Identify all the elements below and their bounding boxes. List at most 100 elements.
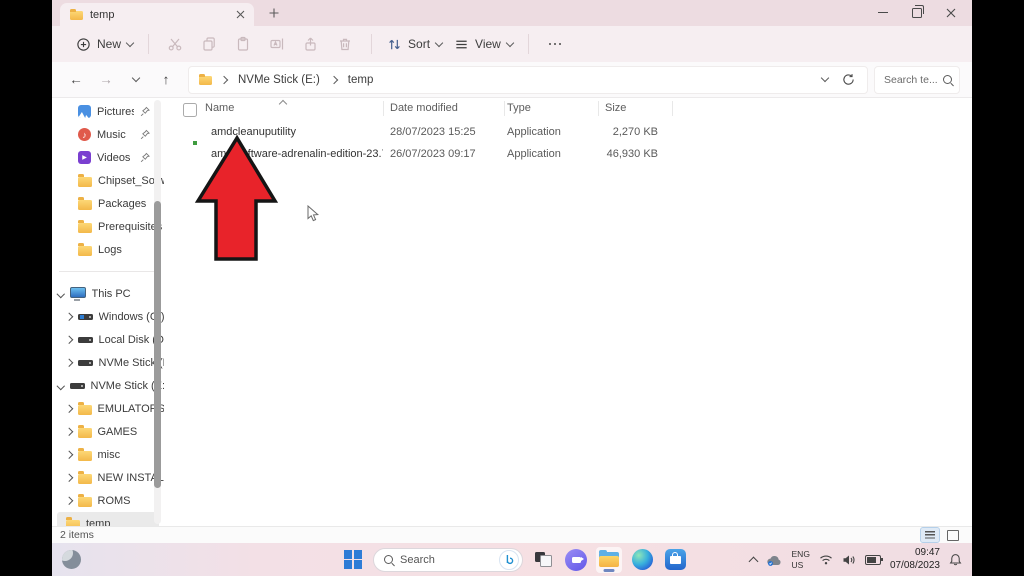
chevron-down-icon bbox=[505, 38, 515, 47]
delete-button[interactable] bbox=[330, 31, 360, 57]
paste-button[interactable] bbox=[228, 31, 258, 57]
drive-icon bbox=[77, 359, 93, 366]
column-header-type[interactable]: Type bbox=[507, 102, 531, 114]
sidebar-item-nvme-stick-e-tree[interactable]: NVMe Stick (E:) bbox=[52, 374, 164, 397]
sidebar-item-videos[interactable]: ▶ Videos bbox=[52, 146, 164, 169]
file-explorer-button[interactable] bbox=[596, 546, 622, 573]
sidebar-item-roms[interactable]: ROMS bbox=[52, 489, 164, 512]
sidebar-item-this-pc[interactable]: This PC bbox=[52, 282, 164, 305]
sidebar-item-chipset-software[interactable]: Chipset_Softwar bbox=[52, 169, 164, 192]
widgets-weather-icon[interactable] bbox=[62, 550, 81, 569]
sidebar-item-logs[interactable]: Logs bbox=[52, 238, 164, 261]
onedrive-button[interactable] bbox=[766, 554, 783, 566]
store-icon bbox=[664, 549, 686, 570]
view-button-label: View bbox=[475, 37, 501, 51]
column-divider[interactable] bbox=[504, 101, 505, 116]
sidebar-item-local-disk-d[interactable]: Local Disk (D:) bbox=[52, 328, 164, 351]
active-app-indicator bbox=[603, 569, 615, 572]
address-dropdown-button[interactable] bbox=[820, 73, 830, 83]
share-button[interactable] bbox=[296, 31, 326, 57]
bing-icon bbox=[499, 549, 519, 570]
file-row-amdcleanuputility[interactable]: amdcleanuputility 28/07/2023 15:25 Appli… bbox=[164, 122, 684, 144]
maximize-restore-button[interactable] bbox=[900, 0, 934, 25]
view-toggles bbox=[920, 527, 964, 543]
edge-button[interactable] bbox=[629, 547, 655, 573]
view-button[interactable]: View bbox=[448, 33, 519, 56]
more-options-button[interactable] bbox=[540, 31, 570, 57]
chevron-collapsed-icon[interactable] bbox=[64, 404, 73, 413]
search-box[interactable] bbox=[874, 65, 960, 94]
column-header-name[interactable]: Name bbox=[205, 102, 234, 114]
task-view-button[interactable] bbox=[530, 547, 556, 573]
chat-icon bbox=[565, 548, 587, 571]
sidebar-item-windows-c[interactable]: Windows (C:) bbox=[52, 305, 164, 328]
battery-button[interactable] bbox=[864, 554, 883, 565]
sidebar-item-emulators[interactable]: EMULATORS bbox=[52, 397, 164, 420]
sidebar-item-temp-selected[interactable]: temp bbox=[57, 512, 159, 526]
tab-close-icon[interactable] bbox=[232, 7, 248, 23]
large-icons-view-toggle[interactable] bbox=[944, 528, 962, 542]
minimize-button[interactable] bbox=[866, 0, 900, 25]
start-button[interactable] bbox=[340, 547, 366, 573]
taskbar-search[interactable]: Search bbox=[373, 547, 523, 572]
breadcrumb[interactable]: NVMe Stick (E:) temp bbox=[188, 65, 868, 94]
chevron-expanded-icon[interactable] bbox=[56, 289, 65, 298]
file-row-amd-software-adrenalin[interactable]: amd-software-adrenalin-edition-23.7.2-mi… bbox=[164, 144, 684, 166]
new-button[interactable]: New bbox=[70, 33, 139, 56]
microsoft-store-button[interactable] bbox=[662, 547, 688, 573]
details-view-toggle[interactable] bbox=[920, 527, 940, 543]
recent-locations-button[interactable] bbox=[124, 68, 148, 92]
back-button[interactable]: ← bbox=[64, 68, 88, 92]
cut-button[interactable] bbox=[160, 31, 190, 57]
rename-button[interactable] bbox=[262, 31, 292, 57]
chevron-collapsed-icon[interactable] bbox=[64, 450, 73, 459]
search-icon bbox=[943, 75, 952, 84]
column-divider[interactable] bbox=[383, 101, 384, 116]
chevron-collapsed-icon[interactable] bbox=[64, 335, 73, 344]
close-button[interactable] bbox=[934, 0, 968, 25]
sidebar-item-new-install[interactable]: NEW INSTALL bbox=[52, 466, 164, 489]
sidebar-item-games[interactable]: GAMES bbox=[52, 420, 164, 443]
new-tab-button[interactable] bbox=[264, 3, 284, 23]
hidden-icons-button[interactable] bbox=[748, 555, 758, 566]
breadcrumb-drive[interactable]: NVMe Stick (E:) bbox=[236, 73, 322, 87]
chevron-collapsed-icon[interactable] bbox=[64, 496, 73, 505]
folder-icon bbox=[78, 174, 92, 187]
folder-icon bbox=[70, 8, 83, 20]
folder-icon bbox=[199, 73, 212, 85]
forward-button[interactable]: → bbox=[94, 68, 118, 92]
select-all-checkbox[interactable] bbox=[183, 103, 197, 117]
language-indicator[interactable]: ENG US bbox=[792, 549, 810, 569]
sidebar-item-music[interactable]: ♪ Music bbox=[52, 123, 164, 146]
breadcrumb-folder[interactable]: temp bbox=[346, 73, 376, 87]
copy-button[interactable] bbox=[194, 31, 224, 57]
chevron-collapsed-icon[interactable] bbox=[64, 427, 73, 436]
column-header-size[interactable]: Size bbox=[605, 102, 626, 114]
sidebar-item-prerequisites[interactable]: Prerequisites bbox=[52, 215, 164, 238]
paste-icon bbox=[237, 36, 249, 51]
chevron-expanded-icon[interactable] bbox=[56, 381, 65, 390]
chat-button[interactable] bbox=[563, 547, 589, 573]
volume-button[interactable] bbox=[842, 554, 856, 566]
chevron-collapsed-icon[interactable] bbox=[64, 358, 73, 367]
refresh-button[interactable] bbox=[842, 73, 855, 86]
search-input[interactable] bbox=[882, 72, 939, 87]
column-header-date-modified[interactable]: Date modified bbox=[390, 102, 458, 114]
taskbar-clock[interactable]: 09:47 07/08/2023 bbox=[890, 547, 940, 572]
window-titlebar[interactable]: temp bbox=[52, 0, 972, 26]
chevron-collapsed-icon[interactable] bbox=[64, 312, 73, 321]
explorer-tab-temp[interactable]: temp bbox=[60, 3, 254, 26]
notifications-button[interactable] bbox=[949, 553, 962, 566]
column-divider[interactable] bbox=[672, 101, 673, 116]
sidebar-item-pictures[interactable]: Pictures bbox=[52, 100, 164, 123]
sidebar-item-packages[interactable]: Packages bbox=[52, 192, 164, 215]
sidebar-item-misc[interactable]: misc bbox=[52, 443, 164, 466]
chevron-collapsed-icon[interactable] bbox=[64, 473, 73, 482]
sidebar-item-nvme-stick-e[interactable]: NVMe Stick (E: bbox=[52, 351, 164, 374]
up-button[interactable]: ↑ bbox=[154, 68, 178, 92]
wifi-button[interactable] bbox=[819, 554, 833, 565]
sort-button[interactable]: Sort bbox=[381, 33, 448, 56]
column-divider[interactable] bbox=[598, 101, 599, 116]
files-pane: Name Date modified Type Size amdcleanupu… bbox=[164, 98, 972, 526]
sidebar-scrollbar-thumb[interactable] bbox=[154, 201, 161, 488]
